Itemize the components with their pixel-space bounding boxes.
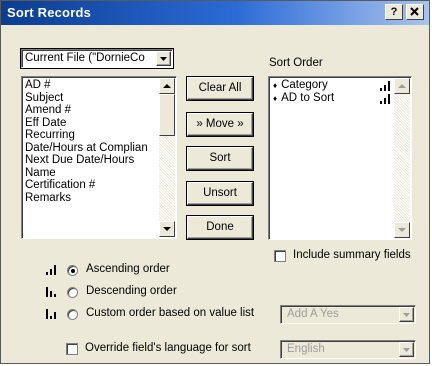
list-item[interactable]: AD # [23, 79, 159, 92]
scroll-thumb[interactable] [159, 94, 175, 136]
dropdown-button[interactable] [156, 51, 171, 66]
include-summary-label: Include summary fields [293, 249, 411, 261]
done-button[interactable]: Done [187, 216, 253, 239]
sort-order-item-label: Category [281, 79, 328, 91]
clear-all-button[interactable]: Clear All [187, 77, 253, 100]
sort-order-item[interactable]: ♦ AD to Sort [271, 92, 391, 105]
order-option-radio[interactable] [67, 309, 78, 320]
language-dropdown[interactable]: English [280, 340, 416, 359]
chevron-down-icon [403, 313, 410, 317]
value-list-dropdown[interactable]: Add A Yes [280, 305, 416, 324]
fields-list[interactable]: AD # Subject Amend # Eff Date Recurring Date/… [21, 76, 177, 239]
dropdown-button[interactable] [399, 342, 414, 357]
arrow-down-icon [398, 228, 406, 232]
arrow-up-icon [163, 84, 171, 88]
help-button[interactable]: ? [385, 4, 403, 20]
fields-list-scrollbar[interactable] [159, 78, 175, 237]
close-button[interactable] [406, 4, 424, 20]
drag-handle-icon[interactable]: ♦ [273, 94, 277, 103]
file-source-value: Current File ("DornieCo [25, 52, 145, 64]
list-item[interactable]: Remarks [23, 192, 159, 205]
drag-handle-icon[interactable]: ♦ [273, 81, 277, 90]
order-option-label[interactable]: Ascending order [86, 263, 170, 275]
list-item[interactable]: Date/Hours at Complian [23, 142, 159, 155]
radio-selected-dot [71, 269, 75, 273]
sort-button[interactable]: Sort [187, 147, 253, 170]
sort-order-items: ♦ Category ♦ AD to Sort [271, 79, 391, 104]
dropdown-button[interactable] [399, 307, 414, 322]
sort-order-item-label: AD to Sort [281, 91, 335, 104]
arrow-down-icon [163, 227, 171, 231]
sort-order-item[interactable]: ♦ Category [271, 79, 391, 92]
scroll-up-button[interactable] [159, 78, 175, 94]
list-item[interactable]: Eff Date [23, 117, 159, 130]
override-language-checkbox[interactable] [66, 343, 78, 355]
file-source-dropdown[interactable]: Current File ("DornieCo [21, 49, 173, 68]
scroll-down-button[interactable] [394, 222, 410, 238]
language-value: English [287, 343, 325, 355]
list-item[interactable]: Subject [23, 92, 159, 105]
value-list-value: Add A Yes [287, 308, 339, 320]
fields-list-items: AD # Subject Amend # Eff Date Recurring Date/… [23, 79, 159, 204]
ascending-order-icon [380, 93, 390, 104]
chevron-down-icon [160, 57, 167, 61]
sort-records-dialog: Sort Records ? Current File ("DornieCo A… [0, 0, 430, 364]
title-bar: Sort Records ? [1, 1, 429, 25]
unsort-button[interactable]: Unsort [187, 182, 253, 205]
custom-order-icon [46, 309, 56, 319]
descending-order-icon [46, 287, 56, 297]
ascending-order-icon [46, 265, 56, 275]
close-icon [410, 7, 419, 16]
chevron-down-icon [403, 348, 410, 352]
list-item[interactable]: Next Due Date/Hours [23, 154, 159, 167]
list-item[interactable]: Amend # [23, 104, 159, 117]
arrow-up-icon [398, 84, 406, 88]
move-button[interactable]: » Move » [187, 113, 253, 136]
sort-order-list[interactable]: ♦ Category ♦ AD to Sort [268, 76, 412, 240]
order-option-label[interactable]: Custom order based on value list [86, 307, 254, 319]
list-item[interactable]: Certification # [23, 179, 159, 192]
sort-order-scrollbar[interactable] [394, 78, 410, 238]
order-option-radio[interactable] [67, 287, 78, 298]
scroll-down-button[interactable] [159, 221, 175, 237]
dialog-title: Sort Records [7, 5, 92, 20]
scroll-up-button[interactable] [394, 78, 410, 94]
order-option-label[interactable]: Descending order [86, 285, 177, 297]
ascending-order-icon [380, 81, 390, 91]
sort-order-label: Sort Order [269, 57, 323, 69]
include-summary-checkbox[interactable] [274, 250, 286, 262]
override-language-label: Override field's language for sort [85, 342, 251, 354]
order-option-radio[interactable] [67, 265, 78, 276]
list-item[interactable]: Name [23, 167, 159, 180]
list-item[interactable]: Recurring [23, 129, 159, 142]
